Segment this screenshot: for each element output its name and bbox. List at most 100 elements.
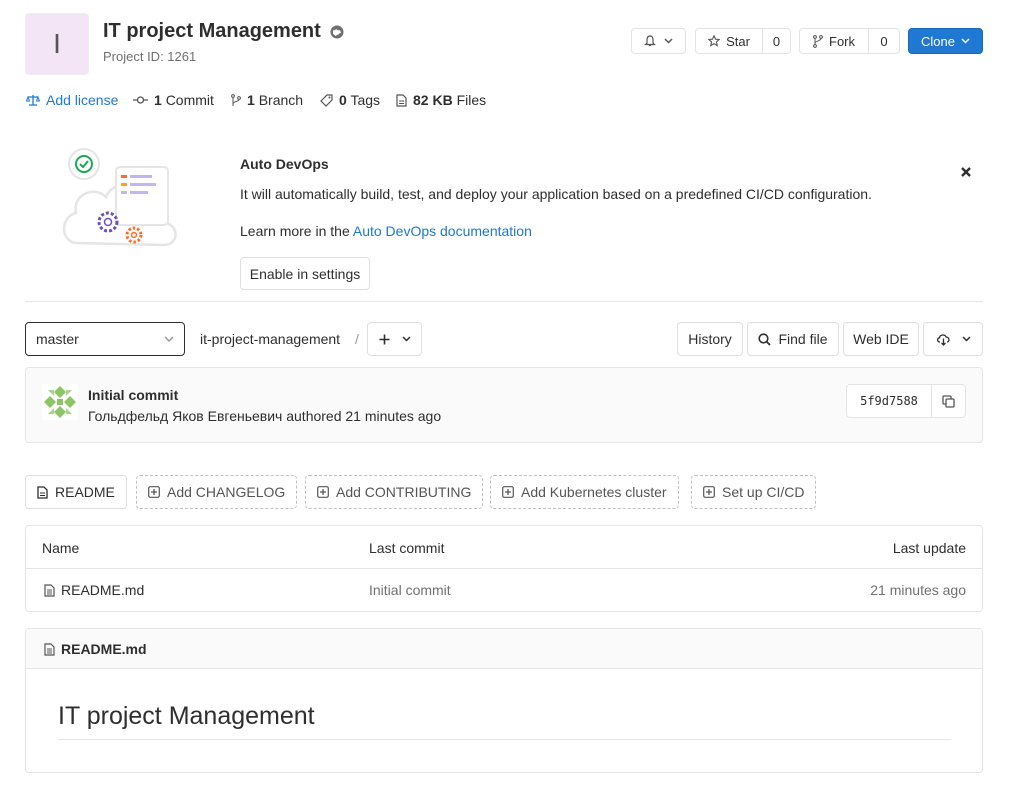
files-link[interactable]: 82 KB Files: [396, 92, 486, 108]
set-up-cicd-label: Set up CI/CD: [722, 484, 805, 500]
chevron-down-icon: [401, 336, 411, 342]
notification-dropdown[interactable]: [631, 28, 686, 54]
commit-author-line: Гольдфельд Яков Евгеньевич authored 21 m…: [88, 408, 442, 424]
branches-count: 1: [247, 92, 255, 108]
table-header-divider: [26, 568, 982, 569]
commits-label: Commit: [165, 92, 214, 108]
devops-docs-link[interactable]: Auto DevOps documentation: [353, 223, 532, 239]
clone-button[interactable]: Clone: [908, 28, 983, 54]
branch-name: master: [36, 331, 79, 347]
tags-count: 0: [339, 92, 347, 108]
files-size: 82 KB: [413, 92, 453, 108]
copy-icon: [942, 394, 955, 408]
download-dropdown-button[interactable]: [923, 322, 983, 356]
plus-square-icon: [703, 486, 715, 498]
devops-description: It will automatically build, test, and d…: [240, 186, 872, 202]
devops-illustration: [62, 145, 180, 257]
enable-in-settings-button[interactable]: Enable in settings: [240, 257, 370, 290]
file-icon: [44, 642, 55, 656]
fork-icon: [813, 34, 823, 48]
fork-button[interactable]: Fork: [800, 29, 868, 53]
add-kubernetes-cluster-label: Add Kubernetes cluster: [521, 484, 667, 500]
author-avatar[interactable]: [42, 384, 78, 420]
web-ide-button[interactable]: Web IDE: [843, 322, 919, 356]
column-header-last-update: Last update: [892, 540, 966, 556]
devops-learn-more: Learn more in the Auto DevOps documentat…: [240, 223, 532, 239]
chevron-down-icon: [664, 38, 673, 44]
plus-square-icon: [148, 486, 160, 498]
star-button[interactable]: Star: [696, 29, 762, 53]
file-icon: [44, 583, 55, 597]
add-changelog-label: Add CHANGELOG: [167, 484, 286, 500]
add-license-label: Add license: [46, 92, 119, 108]
add-contributing-label: Add CONTRIBUTING: [336, 484, 472, 500]
star-icon: [708, 35, 721, 47]
history-button[interactable]: History: [677, 322, 743, 356]
divider: [25, 301, 983, 302]
project-title-row: IT project Management: [103, 20, 344, 43]
project-title: IT project Management: [103, 20, 321, 42]
readme-button-label: README: [55, 484, 115, 500]
globe-icon: [330, 25, 344, 39]
close-icon[interactable]: [960, 166, 972, 178]
add-license-link[interactable]: Add license: [26, 92, 118, 108]
branch-icon: [231, 93, 241, 107]
add-kubernetes-cluster-button[interactable]: Add Kubernetes cluster: [490, 475, 679, 509]
devops-title: Auto DevOps: [240, 156, 329, 172]
chevron-down-icon: [961, 38, 970, 44]
plus-icon: [379, 334, 390, 345]
add-changelog-button[interactable]: Add CHANGELOG: [136, 475, 298, 509]
table-row-last-update: 21 minutes ago: [870, 582, 966, 598]
avatar-letter: I: [53, 28, 61, 59]
copy-sha-button[interactable]: [931, 385, 965, 417]
commit-sha[interactable]: 5f9d7588: [847, 385, 931, 417]
readme-panel-header: [26, 629, 982, 669]
commits-link[interactable]: 1 Commit: [133, 92, 214, 108]
fork-count[interactable]: 0: [868, 29, 899, 53]
column-header-name: Name: [42, 540, 80, 556]
branches-link[interactable]: 1 Branch: [231, 92, 303, 108]
table-row-last-commit[interactable]: Initial commit: [369, 582, 451, 598]
star-button-group: Star 0: [695, 28, 791, 54]
readme-heading: IT project Management: [58, 702, 315, 730]
readme-file-link[interactable]: README.md: [44, 641, 147, 657]
tags-link[interactable]: 0 Tags: [320, 92, 380, 108]
clone-label: Clone: [921, 33, 955, 49]
tags-label: Tags: [350, 92, 381, 108]
star-count[interactable]: 0: [762, 29, 790, 53]
cloud-download-icon: [936, 333, 951, 346]
readme-heading-underline: [58, 739, 951, 740]
last-commit-panel: [25, 367, 983, 443]
bell-icon: [644, 35, 656, 47]
readme-button[interactable]: README: [25, 475, 127, 509]
commit-icon: [133, 95, 148, 105]
find-file-button[interactable]: Find file: [747, 322, 839, 356]
scale-icon: [26, 94, 40, 107]
search-icon: [758, 332, 772, 346]
fork-button-group: Fork 0: [799, 28, 900, 54]
path-separator: /: [355, 331, 359, 347]
project-id: Project ID: 1261: [103, 49, 197, 64]
repo-path[interactable]: it-project-management: [200, 331, 340, 347]
branches-label: Branch: [258, 92, 304, 108]
set-up-cicd-button[interactable]: Set up CI/CD: [691, 475, 817, 509]
branch-selector[interactable]: master: [25, 322, 185, 356]
plus-square-icon: [502, 486, 514, 498]
star-label: Star: [726, 33, 750, 49]
commits-count: 1: [154, 92, 162, 108]
file-text-icon: [37, 485, 48, 499]
file-name: README.md: [61, 582, 145, 598]
add-dropdown-button[interactable]: [367, 322, 422, 356]
commit-title[interactable]: Initial commit: [88, 387, 178, 403]
column-header-last-commit: Last commit: [369, 540, 445, 556]
devops-learn-prefix: Learn more in the: [240, 223, 353, 239]
add-contributing-button[interactable]: Add CONTRIBUTING: [305, 475, 484, 509]
project-avatar: I: [25, 13, 89, 75]
find-file-label: Find file: [778, 331, 828, 347]
files-label: Files: [456, 92, 487, 108]
chevron-down-icon: [961, 336, 971, 342]
file-size-icon: [396, 93, 407, 107]
table-row-file-name[interactable]: README.md: [44, 582, 144, 598]
tag-icon: [320, 93, 333, 107]
readme-filename: README.md: [61, 641, 147, 657]
